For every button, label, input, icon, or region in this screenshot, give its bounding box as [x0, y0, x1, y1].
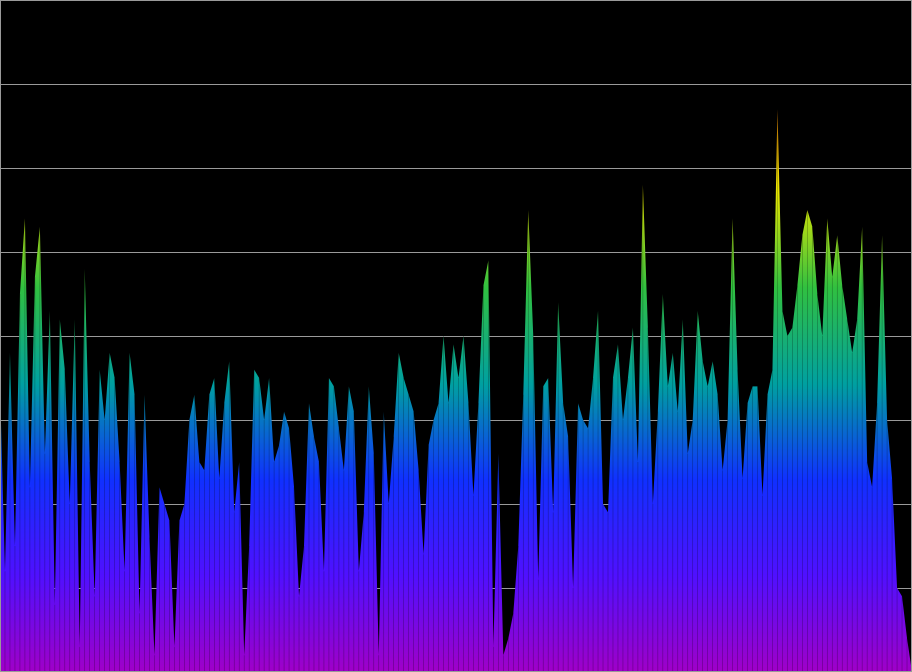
spectrum-chart — [0, 0, 912, 672]
